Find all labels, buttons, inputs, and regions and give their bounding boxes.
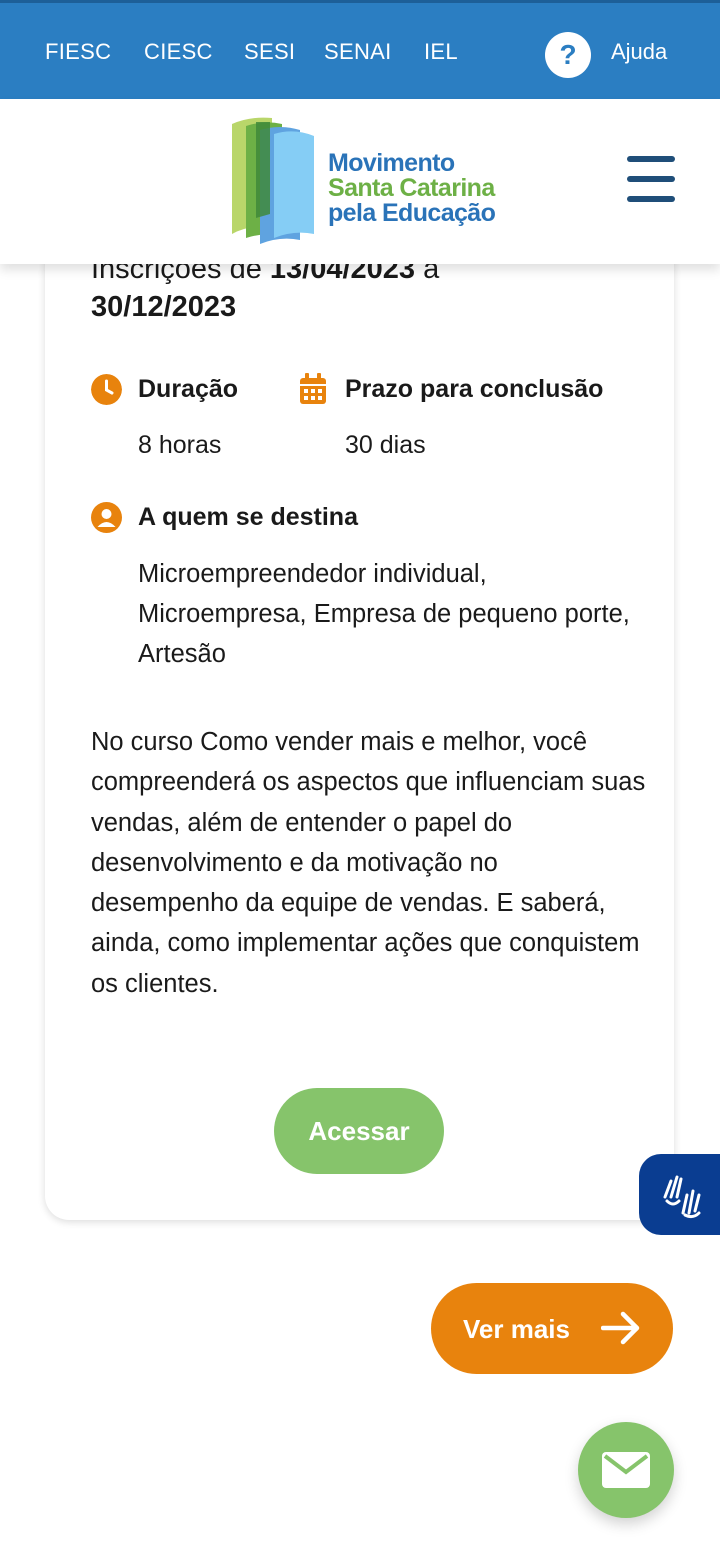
- access-button[interactable]: Acessar: [274, 1088, 444, 1174]
- help-link[interactable]: Ajuda: [611, 39, 667, 65]
- link-ciesc[interactable]: CIESC: [144, 39, 213, 65]
- course-card: [45, 200, 674, 1220]
- calendar-icon: [300, 373, 326, 404]
- logo-mark-icon[interactable]: [230, 116, 316, 246]
- duration-label: Duração: [138, 375, 239, 403]
- see-more-button[interactable]: Ver mais: [431, 1283, 673, 1374]
- sign-language-widget[interactable]: [639, 1154, 720, 1235]
- link-fiesc[interactable]: FIESC: [45, 39, 111, 65]
- clock-icon: [91, 374, 122, 405]
- site-header: Movimento Santa Catarina pela Educação: [0, 99, 720, 264]
- course-description: No curso Como vender mais e melhor, você…: [91, 728, 646, 998]
- duration-value: 8 horas: [138, 431, 222, 459]
- contact-mail-button[interactable]: [578, 1422, 674, 1518]
- see-more-label: Ver mais: [463, 1314, 570, 1344]
- question-icon[interactable]: ?: [545, 32, 591, 78]
- hamburger-menu-icon[interactable]: [627, 156, 675, 206]
- logo-line-3: pela Educação: [328, 199, 496, 227]
- audience-label: A quem se destina: [138, 503, 358, 531]
- user-icon: [91, 502, 122, 533]
- top-institution-bar: FIESC CIESC SESI SENAI IEL ? Ajuda: [0, 0, 720, 99]
- link-iel[interactable]: IEL: [424, 39, 458, 65]
- link-sesi[interactable]: SESI: [244, 39, 295, 65]
- arrow-right-icon: [601, 1311, 640, 1345]
- enrollment-end: 30/12/2023: [91, 291, 237, 323]
- deadline-value: 30 dias: [345, 431, 426, 459]
- deadline-label: Prazo para conclusão: [345, 375, 604, 403]
- logo-line-1: Movimento: [328, 149, 455, 177]
- envelope-icon: [602, 1452, 650, 1488]
- audience-value: Microempreendedor individual, Microempre…: [138, 560, 630, 668]
- logo-text[interactable]: Movimento Santa Catarina pela Educação: [328, 149, 496, 227]
- logo-line-2: Santa Catarina: [328, 174, 495, 202]
- sign-language-hands-icon: [663, 1175, 701, 1219]
- link-senai[interactable]: SENAI: [324, 39, 392, 65]
